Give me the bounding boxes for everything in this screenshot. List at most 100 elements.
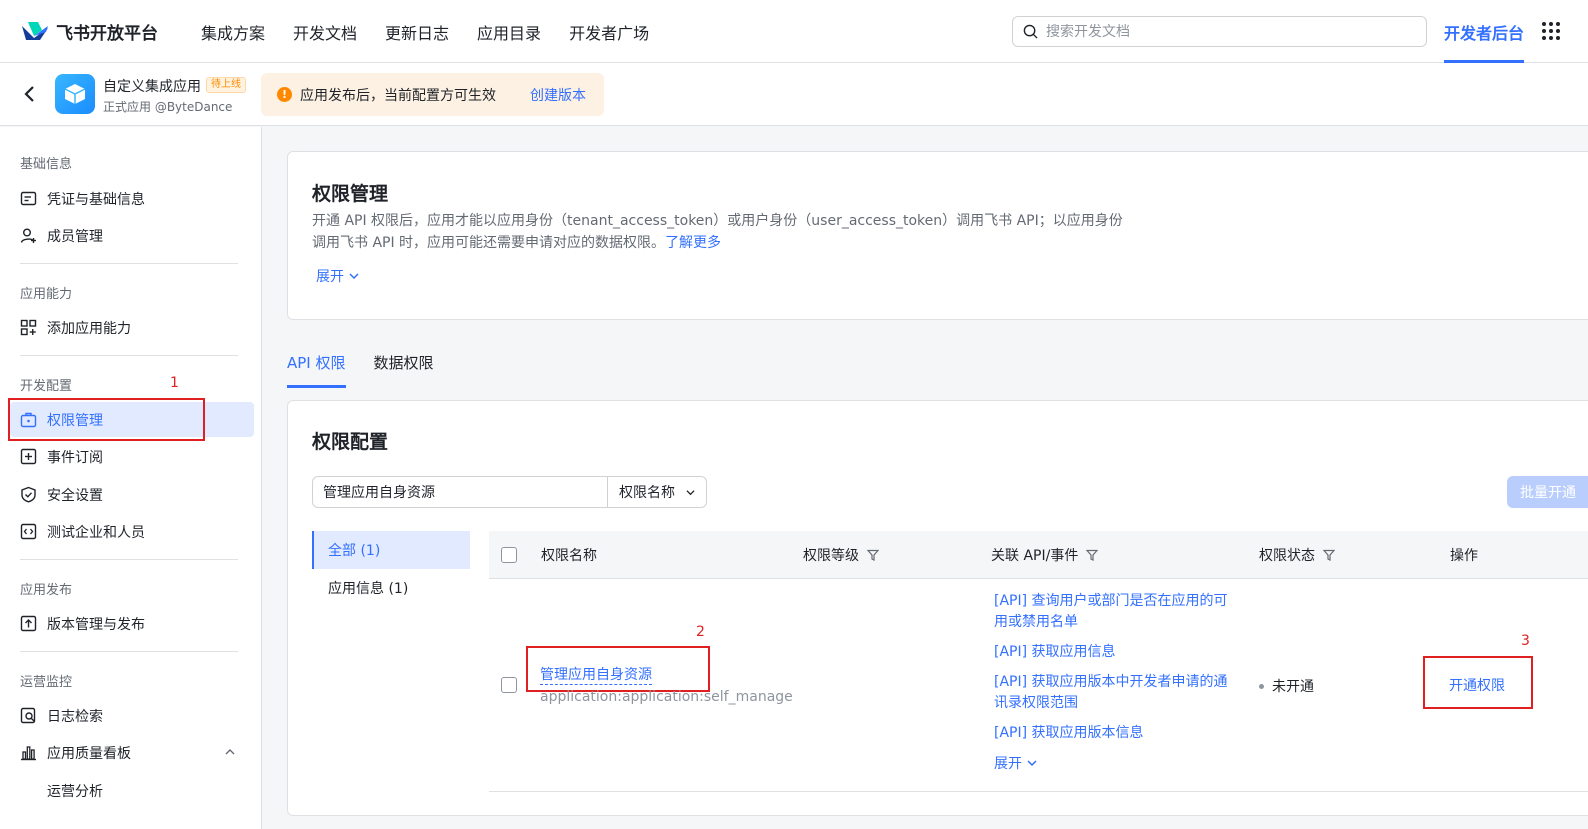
sidebar-item-label: 应用质量看板 [47,745,131,762]
sidebar-item-members[interactable]: 成员管理 [10,218,254,253]
filter-icon[interactable] [1323,549,1335,561]
app-name: 自定义集成应用 [103,79,201,95]
expand-intro-button[interactable]: 展开 [316,266,360,286]
sidebar-section-title: 运营监控 [20,675,73,690]
column-header-name: 权限名称 [541,547,597,564]
sidebar-item-label: 测试企业和人员 [47,524,145,541]
publish-notice: ! 应用发布后，当前配置方可生效 创建版本 [261,73,604,116]
search-icon [1023,24,1038,39]
sidebar-item-add-capability[interactable]: 添加应用能力 [10,310,254,345]
permission-search-input[interactable] [312,476,608,508]
sidebar-item-test-tenant[interactable]: 测试企业和人员 [10,514,254,549]
apps-grid-icon[interactable] [1542,22,1560,40]
sidebar-divider [20,355,238,356]
bulk-enable-button[interactable]: 批量开通 [1507,476,1588,508]
filter-select-label: 权限名称 [619,485,675,501]
permission-intro-card: 权限管理 开通 API 权限后，应用才能以应用身份（tenant_access_… [287,151,1588,320]
tab-api-permissions[interactable]: API 权限 [287,352,346,388]
feishu-logo-icon [22,22,48,40]
select-all-cell [501,546,517,563]
column-header-label: 权限状态 [1259,547,1315,564]
column-header-apis[interactable]: 关联 API/事件 [991,545,1099,565]
filter-icon[interactable] [867,549,879,561]
brand-logo[interactable]: 飞书开放平台 [20,18,158,44]
column-header-status[interactable]: 权限状态 [1259,545,1335,565]
sidebar-item-label: 日志检索 [47,708,103,725]
upload-icon [20,615,37,632]
permission-config-card: 权限配置 权限名称 批量开通 全部 (1) 应用信息 (1) 权限名称 权限等级… [287,400,1588,816]
nav-docs[interactable]: 开发文档 [293,20,357,44]
permissions-table: 权限名称 权限等级 关联 API/事件 权限状态 操作 2 管理应用自身资源 a… [489,531,1588,792]
annotation-number-3: 3 [1521,633,1530,649]
filter-icon[interactable] [1086,549,1099,561]
warning-icon: ! [277,87,292,102]
row-select-cell [501,677,517,693]
chevron-down-icon [686,489,695,495]
row-checkbox[interactable] [501,677,517,693]
search-box[interactable] [1012,16,1427,47]
column-header-level[interactable]: 权限等级 [803,545,879,565]
select-all-checkbox[interactable] [501,546,517,563]
log-search-icon [20,707,37,724]
column-header-label: 关联 API/事件 [991,547,1079,564]
chevron-down-icon [349,273,359,280]
event-subscribe-icon [20,448,37,465]
api-link[interactable]: 用或禁用名单 [994,612,1234,633]
sidebar-item-label: 运营分析 [47,783,103,800]
sidebar: 基础信息 凭证与基础信息 成员管理 应用能力 添加应用能力 开发配置 1 权限管… [0,127,262,829]
description-line-2: 调用飞书 API 时，应用可能还需要申请对应的数据权限。了解更多 [312,232,1212,254]
brand-name: 飞书开放平台 [56,23,158,44]
nav-changelog[interactable]: 更新日志 [385,20,449,44]
sidebar-item-versions[interactable]: 版本管理与发布 [10,606,254,641]
sidebar-item-label: 版本管理与发布 [47,616,145,633]
filter-field-select[interactable]: 权限名称 [607,476,707,508]
shield-icon [20,486,37,503]
back-arrow-icon[interactable] [20,83,40,105]
column-header-actions: 操作 [1450,547,1478,564]
permission-tabs: API 权限 数据权限 [287,352,462,388]
chevron-up-icon[interactable] [224,747,236,757]
sidebar-item-log-search[interactable]: 日志检索 [10,698,254,733]
sidebar-item-operations-analysis[interactable]: 运营分析 [10,773,254,808]
sidebar-item-label: 成员管理 [47,228,103,245]
page-description: 开通 API 权限后，应用才能以应用身份（tenant_access_token… [312,210,1212,254]
api-link[interactable]: [API] 获取应用版本信息 [994,723,1234,744]
api-link[interactable]: [API] 获取应用信息 [994,642,1234,663]
sidebar-section-title: 开发配置 [20,379,73,394]
tab-data-permissions[interactable]: 数据权限 [374,352,434,387]
search-input[interactable] [1046,23,1406,40]
app-subtitle: 正式应用 @ByteDance [103,100,233,114]
permission-status: 未开通 [1259,676,1314,696]
sidebar-item-credentials[interactable]: 凭证与基础信息 [10,181,254,216]
category-app-info[interactable]: 应用信息 (1) [312,569,470,607]
sidebar-divider [20,559,238,560]
chevron-down-icon [1027,760,1037,767]
enable-permission-button[interactable]: 开通权限 [1449,675,1505,695]
api-link[interactable]: [API] 查询用户或部门是否在应用的可 [994,591,1234,612]
nav-integration[interactable]: 集成方案 [201,20,265,44]
sidebar-item-events[interactable]: 事件订阅 [10,439,254,474]
permission-name-link[interactable]: 管理应用自身资源 [540,664,652,685]
sidebar-item-quality-dashboard[interactable]: 应用质量看板 [10,735,254,770]
nav-app-directory[interactable]: 应用目录 [477,20,541,44]
top-navbar: 飞书开放平台 集成方案 开发文档 更新日志 应用目录 开发者广场 开发者后台 [0,0,1588,63]
nav-dev-plaza[interactable]: 开发者广场 [569,20,649,44]
category-list: 全部 (1) 应用信息 (1) [312,531,470,607]
id-card-icon [20,190,37,207]
sidebar-item-label: 事件订阅 [47,449,103,466]
category-all[interactable]: 全部 (1) [312,531,470,569]
learn-more-link[interactable]: 了解更多 [665,235,721,251]
api-link[interactable]: [API] 获取应用版本中开发者申请的通 [994,672,1234,693]
expand-apis-button[interactable]: 展开 [994,753,1234,773]
create-version-link[interactable]: 创建版本 [530,85,586,105]
related-api-list: [API] 查询用户或部门是否在应用的可 用或禁用名单 [API] 获取应用信息… [994,591,1234,773]
description-text: 调用飞书 API 时，应用可能还需要申请对应的数据权限。 [312,235,666,251]
sidebar-item-security[interactable]: 安全设置 [10,477,254,512]
app-status-badge: 待上线 [206,77,246,93]
sidebar-item-label: 添加应用能力 [47,320,131,337]
api-link[interactable]: 讯录权限范围 [994,693,1234,714]
dev-console-link[interactable]: 开发者后台 [1444,20,1524,44]
sidebar-item-label: 安全设置 [47,487,103,504]
bar-chart-icon [20,744,37,761]
annotation-box-1 [8,398,205,441]
